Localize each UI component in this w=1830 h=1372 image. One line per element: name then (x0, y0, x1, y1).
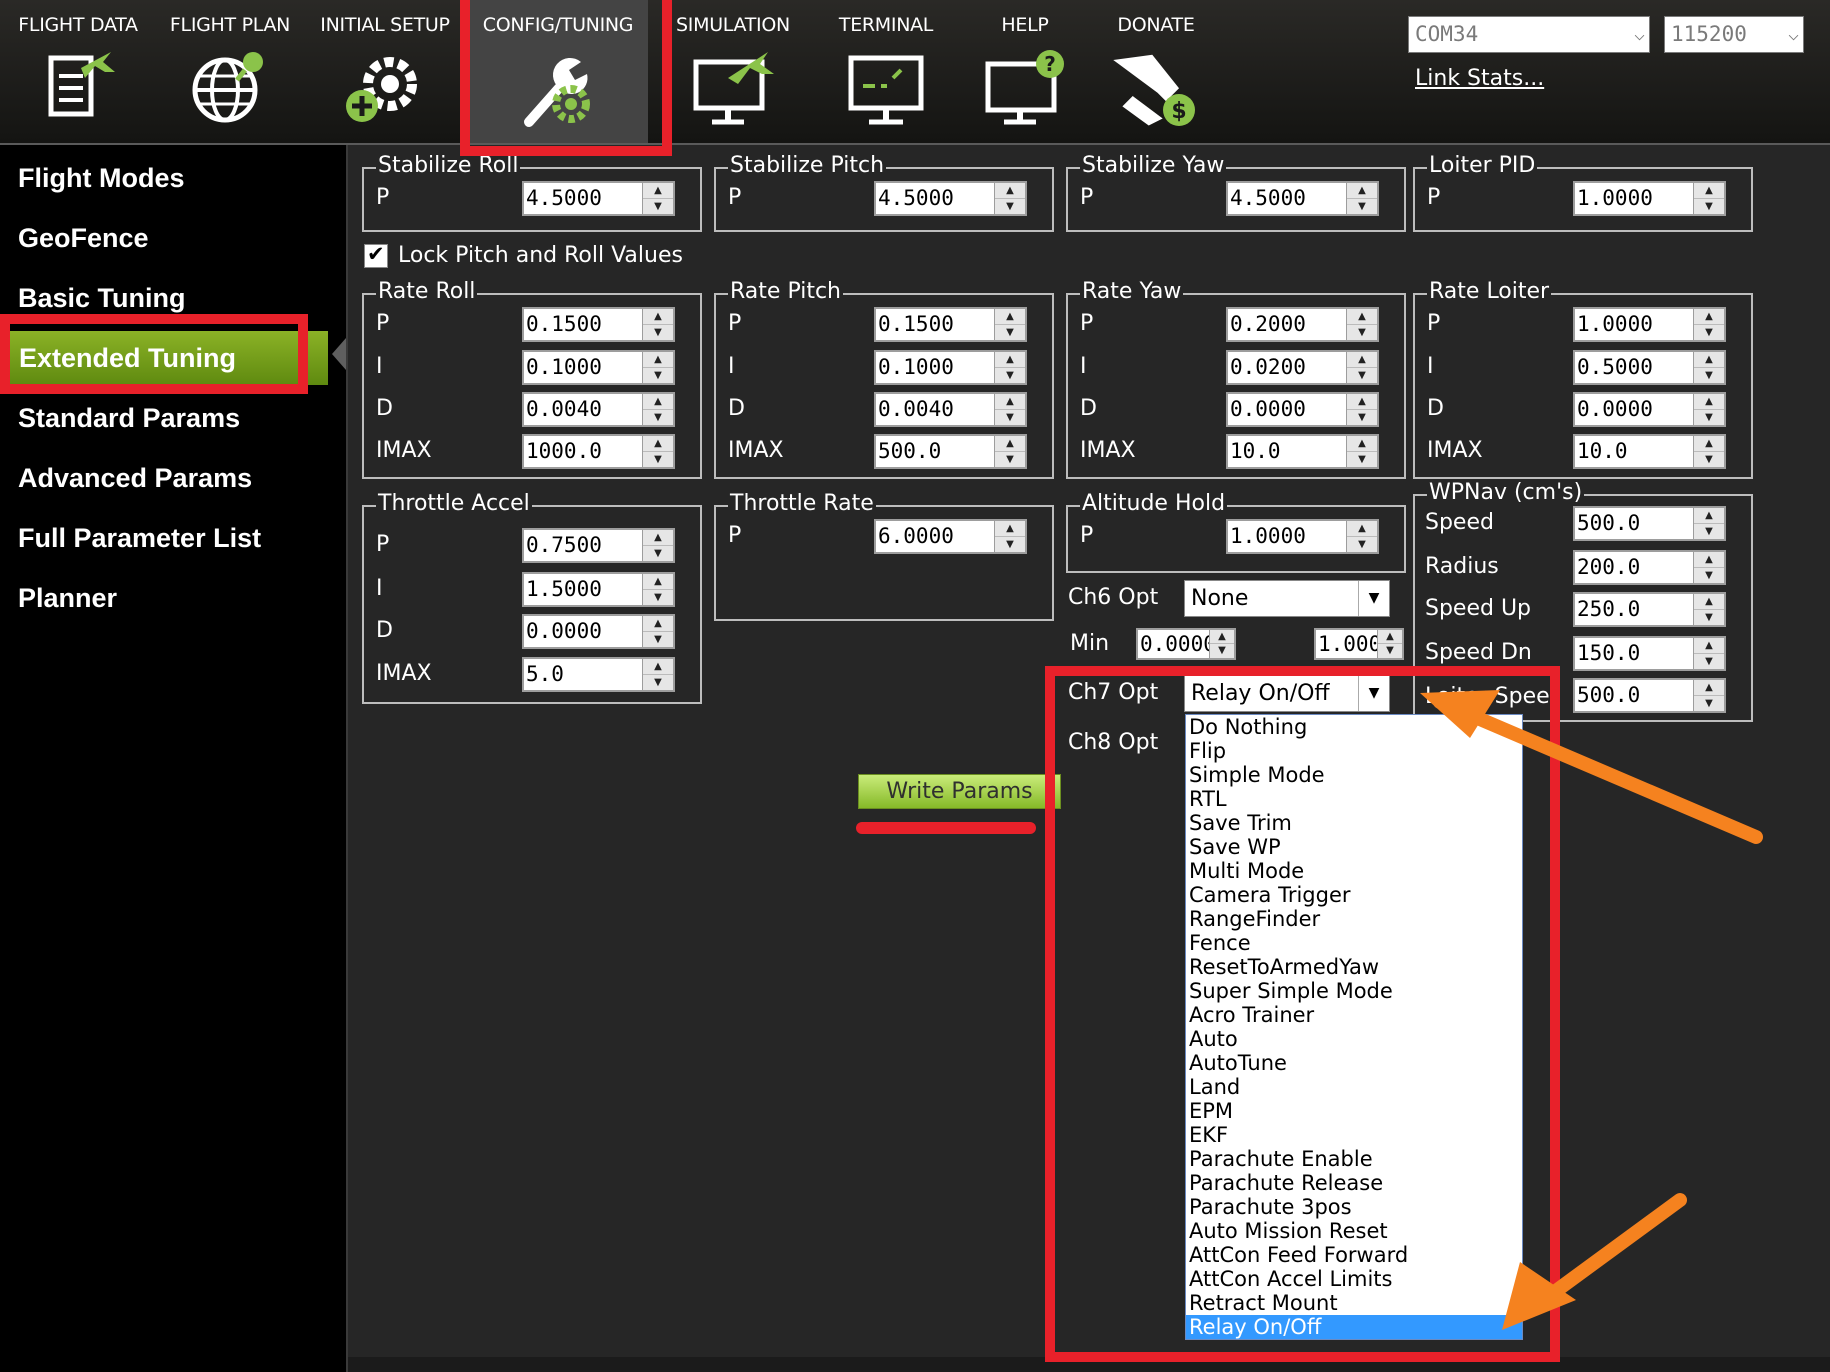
annotation-arrow-ch7 (1433, 695, 1763, 844)
annotation-arrowhead (1502, 1262, 1576, 1330)
annotation-arrowhead (1420, 690, 1500, 738)
annotation-overlay (856, 690, 1763, 1330)
